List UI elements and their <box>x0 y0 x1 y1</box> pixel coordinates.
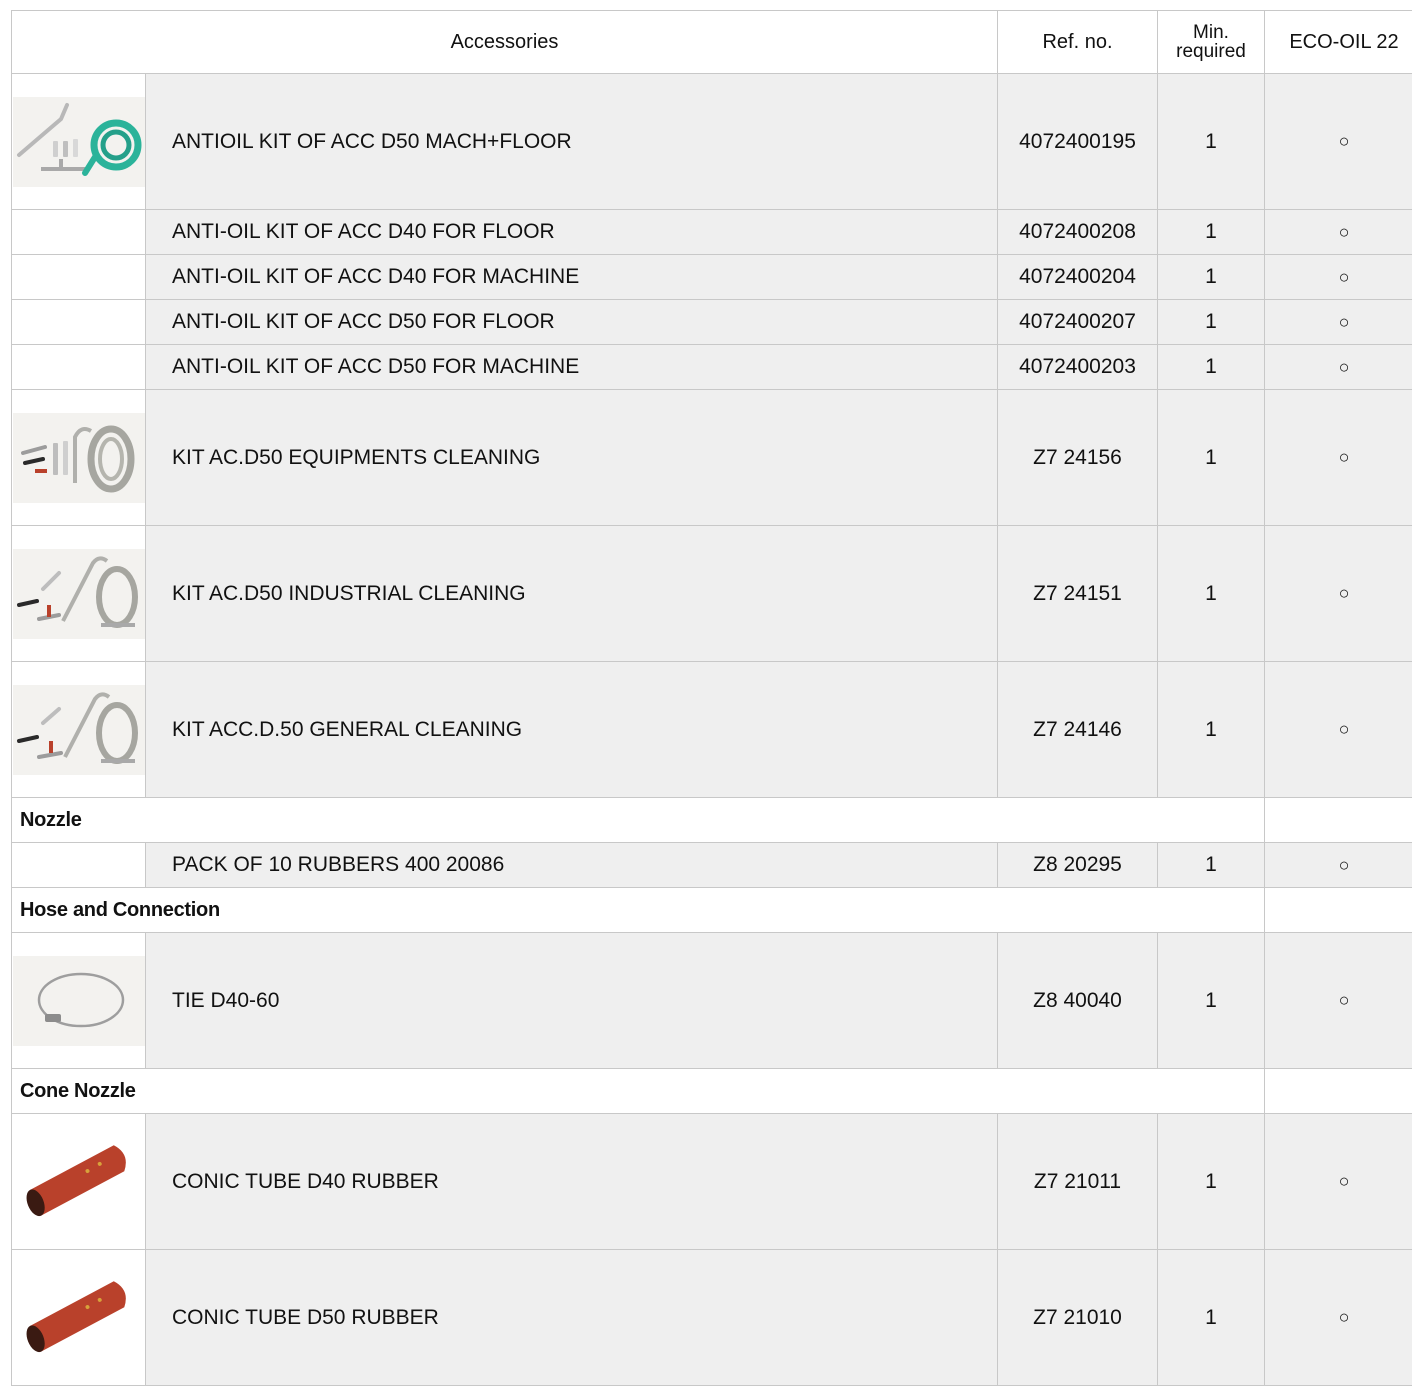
rubber-cone-image <box>13 1259 145 1377</box>
table-row: KIT ACC.D.50 GENERAL CLEANING Z7 24146 1… <box>12 662 1412 798</box>
ref-number: Z7 24156 <box>998 390 1158 526</box>
table-row: CONIC TUBE D40 RUBBER Z7 21011 1 ○ <box>12 1114 1412 1250</box>
accessory-name: CONIC TUBE D40 RUBBER <box>146 1114 998 1250</box>
kit-hose-grey-image <box>13 549 145 639</box>
header-ref-no: Ref. no. <box>998 11 1158 74</box>
section-empty-cell <box>1265 798 1412 843</box>
accessory-name: TIE D40-60 <box>146 933 998 1069</box>
table-row: ANTI-OIL KIT OF ACC D50 FOR FLOOR 407240… <box>12 300 1412 345</box>
section-empty-cell <box>1265 888 1412 933</box>
min-required: 1 <box>1158 210 1265 255</box>
section-title: Nozzle <box>12 798 1265 843</box>
ref-number: Z7 21010 <box>998 1250 1158 1386</box>
section-title: Cone Nozzle <box>12 1069 1265 1114</box>
product-image-cell <box>12 662 146 798</box>
table-row: CONIC TUBE D50 RUBBER Z7 21010 1 ○ <box>12 1250 1412 1386</box>
ref-number: 4072400203 <box>998 345 1158 390</box>
header-eco-oil-22: ECO-OIL 22 <box>1265 11 1412 74</box>
ref-number: 4072400207 <box>998 300 1158 345</box>
eco-oil-22-availability: ○ <box>1265 662 1412 798</box>
table-row: TIE D40-60 Z8 40040 1 ○ <box>12 933 1412 1069</box>
eco-oil-22-availability: ○ <box>1265 933 1412 1069</box>
eco-oil-22-availability: ○ <box>1265 255 1412 300</box>
eco-oil-22-availability: ○ <box>1265 210 1412 255</box>
accessory-name: CONIC TUBE D50 RUBBER <box>146 1250 998 1386</box>
min-required: 1 <box>1158 390 1265 526</box>
eco-oil-22-availability: ○ <box>1265 1250 1412 1386</box>
table-row: KIT AC.D50 INDUSTRIAL CLEANING Z7 24151 … <box>12 526 1412 662</box>
accessory-name: ANTI-OIL KIT OF ACC D40 FOR FLOOR <box>146 210 998 255</box>
min-required: 1 <box>1158 843 1265 888</box>
kit-hose-grey-image <box>13 413 145 503</box>
min-required: 1 <box>1158 345 1265 390</box>
section-row-hose-and-connection: Hose and Connection <box>12 888 1412 933</box>
product-image-cell <box>12 300 146 345</box>
table-header-row: Accessories Ref. no. Min.required ECO-OI… <box>12 11 1412 74</box>
header-min-line2: required <box>1176 41 1246 62</box>
header-accessories: Accessories <box>12 11 998 74</box>
eco-oil-22-availability: ○ <box>1265 300 1412 345</box>
table-row: PACK OF 10 RUBBERS 400 20086 Z8 20295 1 … <box>12 843 1412 888</box>
accessory-name: KIT AC.D50 INDUSTRIAL CLEANING <box>146 526 998 662</box>
kit-hose-grey-image <box>13 685 145 775</box>
accessory-name: KIT AC.D50 EQUIPMENTS CLEANING <box>146 390 998 526</box>
eco-oil-22-availability: ○ <box>1265 526 1412 662</box>
product-image-cell <box>12 74 146 210</box>
accessory-name: ANTIOIL KIT OF ACC D50 MACH+FLOOR <box>146 74 998 210</box>
table-row: KIT AC.D50 EQUIPMENTS CLEANING Z7 24156 … <box>12 390 1412 526</box>
ref-number: Z8 40040 <box>998 933 1158 1069</box>
product-image-cell <box>12 255 146 300</box>
section-title: Hose and Connection <box>12 888 1265 933</box>
section-empty-cell <box>1265 1069 1412 1114</box>
eco-oil-22-availability: ○ <box>1265 74 1412 210</box>
header-min-line1: Min. <box>1193 22 1229 43</box>
product-image-cell <box>12 210 146 255</box>
eco-oil-22-availability: ○ <box>1265 843 1412 888</box>
min-required: 1 <box>1158 933 1265 1069</box>
accessory-name: ANTI-OIL KIT OF ACC D50 FOR MACHINE <box>146 345 998 390</box>
eco-oil-22-availability: ○ <box>1265 1114 1412 1250</box>
ref-number: 4072400195 <box>998 74 1158 210</box>
min-required: 1 <box>1158 662 1265 798</box>
min-required: 1 <box>1158 74 1265 210</box>
table-row: ANTIOIL KIT OF ACC D50 MACH+FLOOR 407240… <box>12 74 1412 210</box>
accessory-name: KIT ACC.D.50 GENERAL CLEANING <box>146 662 998 798</box>
product-image-cell <box>12 390 146 526</box>
table-row: ANTI-OIL KIT OF ACC D40 FOR FLOOR 407240… <box>12 210 1412 255</box>
ref-number: Z7 24146 <box>998 662 1158 798</box>
ref-number: Z7 21011 <box>998 1114 1158 1250</box>
section-row-nozzle: Nozzle <box>12 798 1412 843</box>
eco-oil-22-availability: ○ <box>1265 345 1412 390</box>
accessories-table: Accessories Ref. no. Min.required ECO-OI… <box>11 10 1412 1386</box>
kit-hose-green-image <box>13 97 145 187</box>
accessory-name: ANTI-OIL KIT OF ACC D40 FOR MACHINE <box>146 255 998 300</box>
min-required: 1 <box>1158 1114 1265 1250</box>
min-required: 1 <box>1158 255 1265 300</box>
hose-clamp-image <box>13 956 145 1046</box>
header-min-required: Min.required <box>1158 11 1265 74</box>
product-image-cell <box>12 843 146 888</box>
ref-number: 4072400208 <box>998 210 1158 255</box>
min-required: 1 <box>1158 1250 1265 1386</box>
ref-number: Z8 20295 <box>998 843 1158 888</box>
product-image-cell <box>12 933 146 1069</box>
product-image-cell <box>12 1250 146 1386</box>
eco-oil-22-availability: ○ <box>1265 390 1412 526</box>
product-image-cell <box>12 526 146 662</box>
min-required: 1 <box>1158 300 1265 345</box>
table-row: ANTI-OIL KIT OF ACC D40 FOR MACHINE 4072… <box>12 255 1412 300</box>
ref-number: Z7 24151 <box>998 526 1158 662</box>
table-row: ANTI-OIL KIT OF ACC D50 FOR MACHINE 4072… <box>12 345 1412 390</box>
ref-number: 4072400204 <box>998 255 1158 300</box>
section-row-cone-nozzle: Cone Nozzle <box>12 1069 1412 1114</box>
rubber-cone-image <box>13 1123 145 1241</box>
accessory-name: PACK OF 10 RUBBERS 400 20086 <box>146 843 998 888</box>
product-image-cell <box>12 1114 146 1250</box>
product-image-cell <box>12 345 146 390</box>
min-required: 1 <box>1158 526 1265 662</box>
accessory-name: ANTI-OIL KIT OF ACC D50 FOR FLOOR <box>146 300 998 345</box>
